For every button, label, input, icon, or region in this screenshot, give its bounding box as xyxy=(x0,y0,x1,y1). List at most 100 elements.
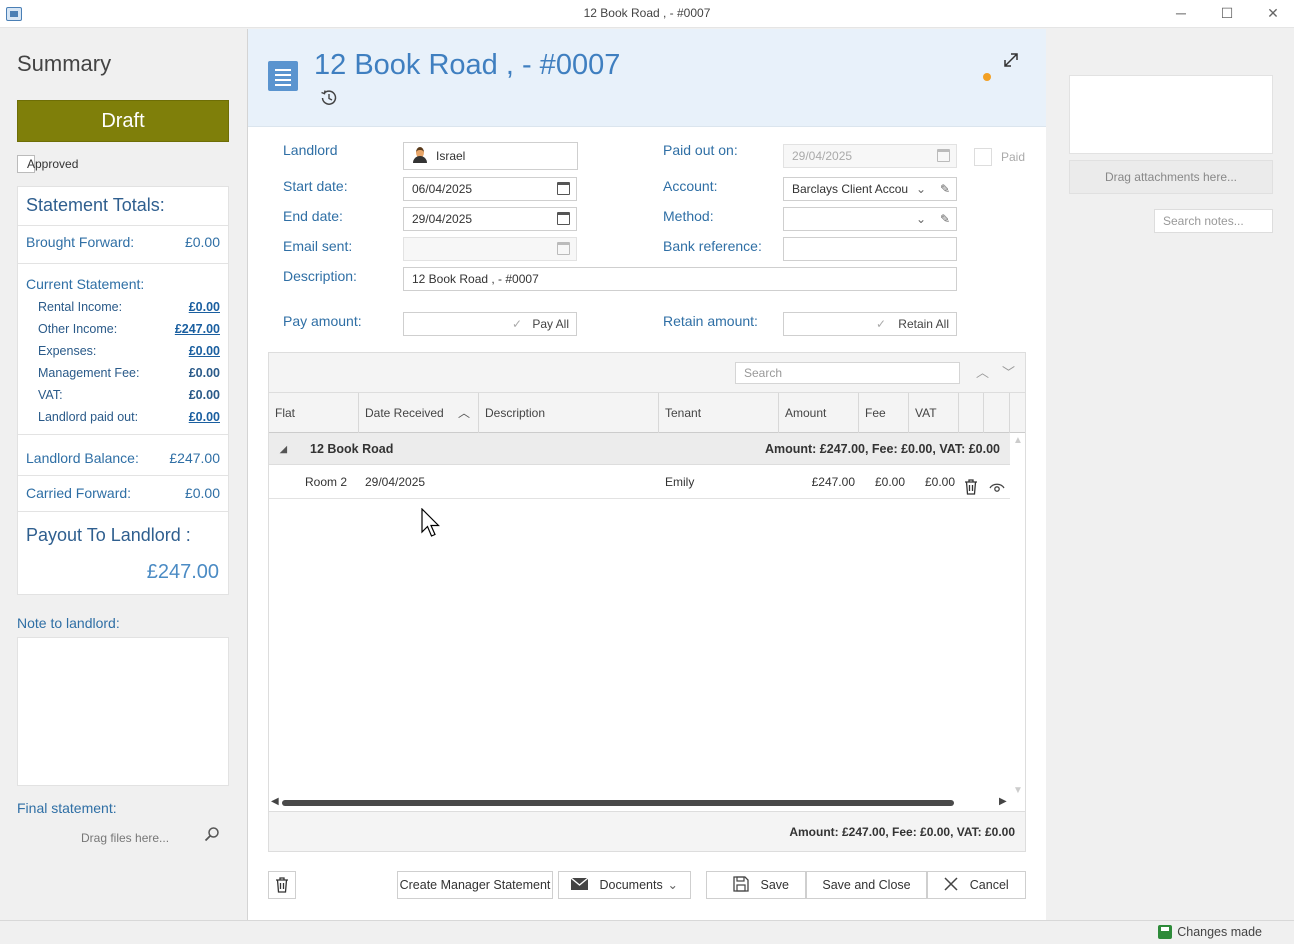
save-status-icon xyxy=(1158,925,1173,939)
statement-totals-heading: Statement Totals: xyxy=(26,195,165,215)
documents-button[interactable]: Documents ⌄ xyxy=(558,871,691,899)
person-icon xyxy=(412,147,428,163)
landlord-paid-out-link[interactable]: £0.00 xyxy=(189,410,220,424)
search-notes-input[interactable]: Search notes... xyxy=(1154,209,1273,233)
grid-footer-totals: Amount: £247.00, Fee: £0.00, VAT: £0.00 xyxy=(269,811,1025,851)
pay-amount-input[interactable]: ✓ Pay All xyxy=(403,312,577,336)
search-icon[interactable] xyxy=(199,825,225,851)
landlord-field[interactable]: Israel xyxy=(403,142,578,170)
column-description[interactable]: Description xyxy=(479,393,659,433)
paid-out-on-label: Paid out on: xyxy=(663,142,738,158)
group-summary: Amount: £247.00, Fee: £0.00, VAT: £0.00 xyxy=(764,442,1000,456)
landlord-balance-value: £247.00 xyxy=(169,450,220,466)
statement-document-icon xyxy=(268,61,298,91)
cancel-button[interactable]: Cancel xyxy=(927,871,1026,899)
expenses-link[interactable]: £0.00 xyxy=(189,344,220,358)
check-icon: ✓ xyxy=(876,317,887,331)
calendar-icon[interactable] xyxy=(557,182,570,195)
brought-forward-value: £0.00 xyxy=(184,234,220,250)
attachments-panel: Drag attachments here... Search notes... xyxy=(1047,29,1294,920)
minimize-button[interactable]: ─ xyxy=(1158,0,1204,28)
trash-icon[interactable] xyxy=(964,474,978,508)
column-action-2 xyxy=(984,393,1010,433)
other-income-link[interactable]: £247.00 xyxy=(175,322,220,336)
pay-all-button[interactable]: Pay All xyxy=(532,313,569,335)
final-statement-dropzone[interactable]: Drag files here... xyxy=(81,831,169,845)
close-x-icon xyxy=(944,877,961,892)
other-income-row: Other Income: £247.00 xyxy=(38,322,220,336)
start-date-input[interactable]: 06/04/2025 xyxy=(403,177,577,201)
bank-reference-label: Bank reference: xyxy=(663,238,762,254)
page-title: 12 Book Road , - #0007 xyxy=(314,49,621,81)
scroll-left-icon[interactable]: ◀ xyxy=(271,796,279,807)
chevron-down-icon[interactable]: ⌄ xyxy=(668,872,678,898)
retain-all-button[interactable]: Retain All xyxy=(898,313,949,335)
column-fee[interactable]: Fee xyxy=(859,393,909,433)
start-date-label: Start date: xyxy=(283,178,348,194)
statement-totals: Statement Totals: Brought Forward: £0.00… xyxy=(17,186,229,595)
approved-checkbox[interactable]: Approved xyxy=(17,154,78,174)
vat-value: £0.00 xyxy=(188,388,220,402)
method-select[interactable]: ⌄ ✎ xyxy=(783,207,957,231)
chevron-up-icon[interactable]: ︿ xyxy=(976,362,989,381)
edit-pencil-icon[interactable]: ✎ xyxy=(940,208,950,230)
status-draft-button[interactable]: Draft xyxy=(17,100,229,142)
method-label: Method: xyxy=(663,208,714,224)
account-label: Account: xyxy=(663,178,718,194)
column-amount[interactable]: Amount xyxy=(779,393,859,433)
paid-out-on-input: 29/04/2025 xyxy=(783,144,957,168)
group-row[interactable]: ◢ 12 Book Road Amount: £247.00, Fee: £0.… xyxy=(269,433,1010,465)
current-statement-heading: Current Statement: xyxy=(26,276,145,292)
retain-amount-label: Retain amount: xyxy=(663,313,758,329)
grid-toolbar: Search ︿ ﹀ xyxy=(269,353,1025,393)
main-area: 12 Book Road , - #0007 Landlord Israel S… xyxy=(248,29,1046,920)
grid-header: Flat Date Received ︿ Description Tenant A… xyxy=(269,393,1025,433)
payout-value: £247.00 xyxy=(146,561,219,583)
calendar-icon[interactable] xyxy=(557,212,570,225)
save-button[interactable]: Save xyxy=(706,871,806,899)
expand-icon[interactable] xyxy=(1002,51,1020,74)
title-bar: 12 Book Road , - #0007 ─ ☐ ✕ xyxy=(0,0,1294,28)
attachments-dropzone[interactable]: Drag attachments here... xyxy=(1069,160,1273,194)
horizontal-scrollbar[interactable]: ◀ ▶ xyxy=(269,795,1025,811)
status-bar: Changes made xyxy=(0,920,1294,944)
column-tenant[interactable]: Tenant xyxy=(659,393,779,433)
description-label: Description: xyxy=(283,268,357,284)
maximize-button[interactable]: ☐ xyxy=(1204,0,1250,28)
bank-reference-input[interactable] xyxy=(783,237,957,261)
scroll-up-icon[interactable]: ▲ xyxy=(1013,435,1023,446)
vat-row: VAT: £0.00 xyxy=(38,388,220,402)
description-input[interactable]: 12 Book Road , - #0007 xyxy=(403,267,957,291)
create-manager-statement-button[interactable]: Create Manager Statement xyxy=(397,871,553,899)
note-to-landlord-textarea[interactable] xyxy=(17,637,229,786)
close-button[interactable]: ✕ xyxy=(1250,0,1294,28)
summary-panel: Summary Draft Approved Statement Totals:… xyxy=(0,29,248,920)
landlord-label: Landlord xyxy=(283,142,338,158)
end-date-input[interactable]: 29/04/2025 xyxy=(403,207,577,231)
view-eye-icon[interactable] xyxy=(989,474,1005,508)
table-row[interactable]: Room 2 29/04/2025 Emily £247.00 £0.00 £0… xyxy=(269,465,1010,499)
summary-title: Summary xyxy=(17,51,112,76)
history-icon[interactable] xyxy=(320,89,338,107)
chevron-down-icon[interactable]: ⌄ xyxy=(916,208,926,230)
chevron-down-icon[interactable]: ⌄ xyxy=(916,178,926,200)
pay-amount-label: Pay amount: xyxy=(283,313,362,329)
collapse-triangle-icon[interactable]: ◢ xyxy=(280,433,287,465)
rental-income-link[interactable]: £0.00 xyxy=(189,300,220,314)
chevron-down-icon[interactable]: ﹀ xyxy=(1002,362,1015,381)
scroll-right-icon[interactable]: ▶ xyxy=(999,796,1007,807)
edit-pencil-icon[interactable]: ✎ xyxy=(940,178,950,200)
sort-ascending-icon: ︿ xyxy=(457,406,470,420)
column-vat[interactable]: VAT xyxy=(909,393,959,433)
scrollbar-thumb[interactable] xyxy=(282,800,954,806)
save-and-close-button[interactable]: Save and Close xyxy=(806,871,927,899)
management-fee-row: Management Fee: £0.00 xyxy=(38,366,220,380)
column-date-received[interactable]: Date Received ︿ xyxy=(359,393,479,433)
column-flat[interactable]: Flat xyxy=(269,393,359,433)
grid-search-input[interactable]: Search xyxy=(735,362,960,384)
brought-forward-row: Brought Forward: £0.00 xyxy=(26,234,220,250)
account-select[interactable]: Barclays Client Accou ⌄ ✎ xyxy=(783,177,957,201)
retain-amount-input[interactable]: ✓ Retain All xyxy=(783,312,957,336)
delete-button[interactable] xyxy=(268,871,296,899)
landlord-balance-row: Landlord Balance: £247.00 xyxy=(26,450,220,466)
